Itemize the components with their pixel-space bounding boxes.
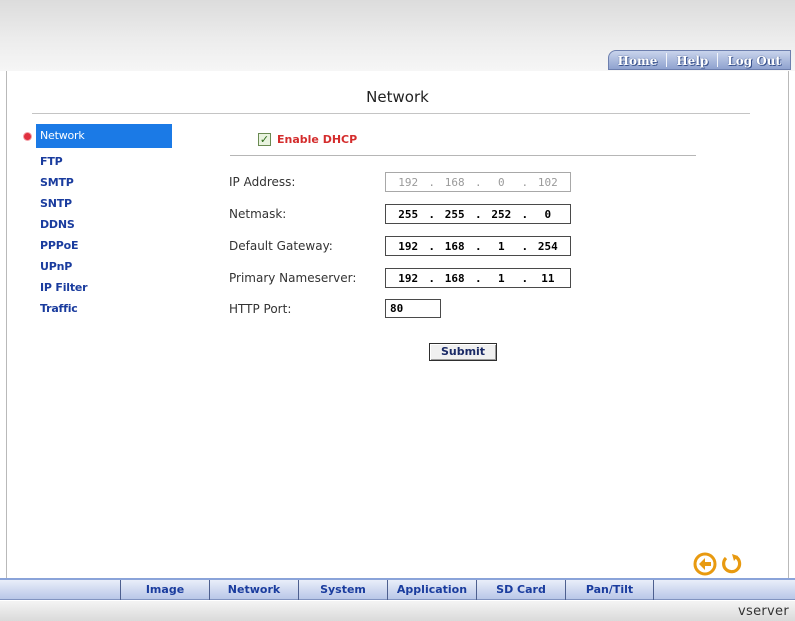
octet-dot: . (521, 175, 529, 189)
octet-dot: . (474, 207, 482, 221)
sidebar-item-label: SMTP (40, 176, 74, 189)
ip-octet: 255 (398, 207, 419, 221)
ip-octet: 11 (541, 271, 555, 285)
ip-octet: 1 (497, 271, 505, 285)
tab-application[interactable]: Application (387, 580, 476, 600)
sidebar-item-label: Traffic (40, 302, 78, 315)
ip-octet: 192 (398, 175, 419, 189)
tab-network[interactable]: Network (209, 580, 298, 600)
sidebar-item-label: PPPoE (40, 239, 79, 252)
netmask-label: Netmask: (229, 207, 287, 221)
sidebar-item-label: FTP (40, 155, 63, 168)
logout-link[interactable]: Log Out (718, 51, 790, 69)
page-icons (693, 552, 743, 576)
title-divider (32, 113, 750, 114)
octet-dot: . (521, 271, 529, 285)
refresh-icon[interactable] (719, 552, 743, 576)
nameserver-field[interactable]: 192. 168. 1. 11 (385, 268, 571, 288)
tab-pan-tilt[interactable]: Pan/Tilt (565, 580, 654, 600)
tab-system[interactable]: System (298, 580, 387, 600)
sidebar-item-label: DDNS (40, 218, 75, 231)
form-divider (230, 155, 696, 156)
gateway-field[interactable]: 192. 168. 1. 254 (385, 236, 571, 256)
octet-dot: . (474, 175, 482, 189)
octet-dot: . (428, 239, 436, 253)
octet-dot: . (521, 207, 529, 221)
submit-button[interactable]: Submit (429, 343, 497, 361)
ip-octet: 168 (444, 239, 465, 253)
ip-octet: 254 (537, 239, 558, 253)
ip-octet: 0 (497, 175, 505, 189)
sidebar-item-network[interactable]: Network (24, 124, 172, 148)
http-port-field[interactable]: 80 (385, 299, 441, 318)
ip-octet: 168 (444, 175, 465, 189)
sidebar: Network FTP SMTP SNTP DDNS PPPoE UPnP IP… (24, 124, 186, 319)
sidebar-item-pppoe[interactable]: PPPoE (26, 235, 186, 256)
sidebar-item-sntp[interactable]: SNTP (26, 193, 186, 214)
ip-octet: 0 (544, 207, 552, 221)
dhcp-row: ✓ Enable DHCP (258, 133, 357, 146)
tab-sd-card[interactable]: SD Card (476, 580, 565, 600)
sidebar-item-upnp[interactable]: UPnP (26, 256, 186, 277)
sidebar-item-ftp[interactable]: FTP (26, 151, 186, 172)
octet-dot: . (428, 175, 436, 189)
ip-octet: 192 (398, 271, 419, 285)
gateway-label: Default Gateway: (229, 239, 333, 253)
nameserver-label: Primary Nameserver: (229, 271, 357, 285)
brand-logo: vserver (738, 604, 789, 619)
enable-dhcp-label: Enable DHCP (277, 133, 358, 146)
ip-octet: 1 (497, 239, 505, 253)
ip-address-field[interactable]: 192. 168. 0. 102 (385, 172, 571, 192)
sidebar-item-label: SNTP (40, 197, 72, 210)
ip-octet: 102 (537, 175, 558, 189)
sidebar-item-label: UPnP (40, 260, 73, 273)
sidebar-item-label: IP Filter (40, 281, 88, 294)
octet-dot: . (521, 239, 529, 253)
octet-dot: . (474, 271, 482, 285)
sidebar-item-ip-filter[interactable]: IP Filter (26, 277, 186, 298)
sidebar-item-label: Network (40, 129, 85, 142)
sidebar-item-smtp[interactable]: SMTP (26, 172, 186, 193)
bottom-tabs: Image Network System Application SD Card… (120, 580, 654, 600)
sidebar-item-traffic[interactable]: Traffic (26, 298, 186, 319)
octet-dot: . (428, 271, 436, 285)
page-title: Network (366, 88, 429, 106)
tab-image[interactable]: Image (120, 580, 209, 600)
octet-dot: . (474, 239, 482, 253)
back-arrow-icon[interactable] (693, 552, 717, 576)
ip-octet: 255 (444, 207, 465, 221)
sidebar-item-ddns[interactable]: DDNS (26, 214, 186, 235)
ip-octet: 252 (491, 207, 512, 221)
ip-octet: 192 (398, 239, 419, 253)
home-link[interactable]: Home (609, 51, 667, 69)
top-nav: Home Help Log Out (607, 50, 791, 70)
octet-dot: . (428, 207, 436, 221)
http-port-label: HTTP Port: (229, 302, 292, 316)
active-bullet-icon (24, 133, 31, 140)
ip-octet: 168 (444, 271, 465, 285)
footer (0, 601, 795, 621)
netmask-field[interactable]: 255. 255. 252. 0 (385, 204, 571, 224)
help-link[interactable]: Help (667, 51, 717, 69)
enable-dhcp-checkbox[interactable]: ✓ (258, 133, 271, 146)
ip-address-label: IP Address: (229, 175, 296, 189)
